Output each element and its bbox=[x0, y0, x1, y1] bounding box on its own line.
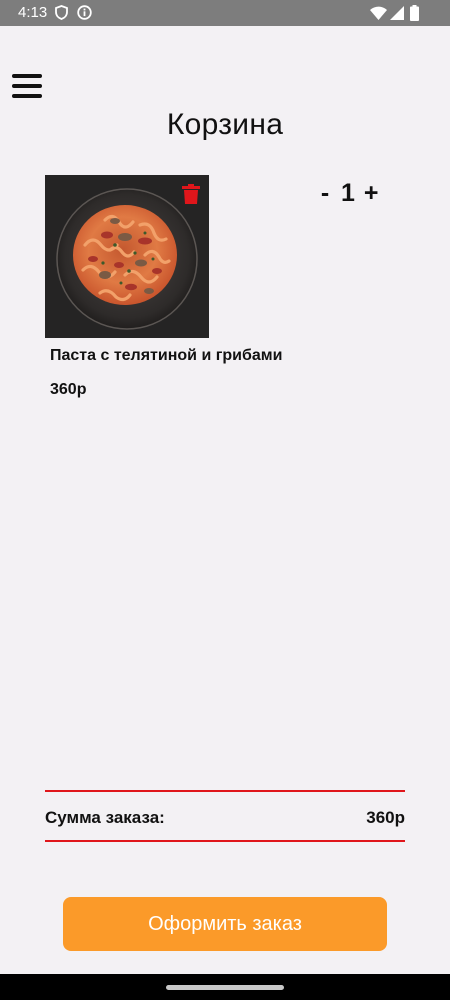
trash-icon[interactable] bbox=[182, 184, 200, 204]
decrease-quantity-button[interactable]: - bbox=[318, 179, 332, 208]
order-total-value: 360р bbox=[366, 808, 405, 827]
increase-quantity-button[interactable]: + bbox=[364, 179, 379, 208]
order-total-label: Сумма заказа: bbox=[45, 808, 165, 827]
shield-icon bbox=[55, 5, 68, 25]
home-gesture-handle[interactable] bbox=[166, 985, 284, 990]
battery-icon bbox=[410, 5, 419, 26]
status-time: 4:13 bbox=[18, 4, 48, 21]
quantity-value: 1 bbox=[341, 178, 355, 207]
info-icon bbox=[77, 5, 92, 25]
system-nav-bar bbox=[0, 974, 450, 1000]
hamburger-menu-icon[interactable] bbox=[12, 72, 44, 100]
item-name: Паста с телятиной и грибами bbox=[50, 347, 283, 364]
item-price: 360р bbox=[50, 381, 87, 398]
page-title: Корзина bbox=[166, 108, 284, 141]
wifi-icon bbox=[370, 6, 387, 25]
summary-divider-top bbox=[45, 790, 405, 792]
summary-divider-bottom bbox=[45, 840, 405, 842]
status-bar: 4:13 bbox=[0, 0, 450, 26]
quantity-stepper: - 1 + bbox=[318, 178, 379, 208]
signal-icon bbox=[390, 6, 404, 25]
place-order-button[interactable]: Оформить заказ bbox=[63, 897, 387, 951]
